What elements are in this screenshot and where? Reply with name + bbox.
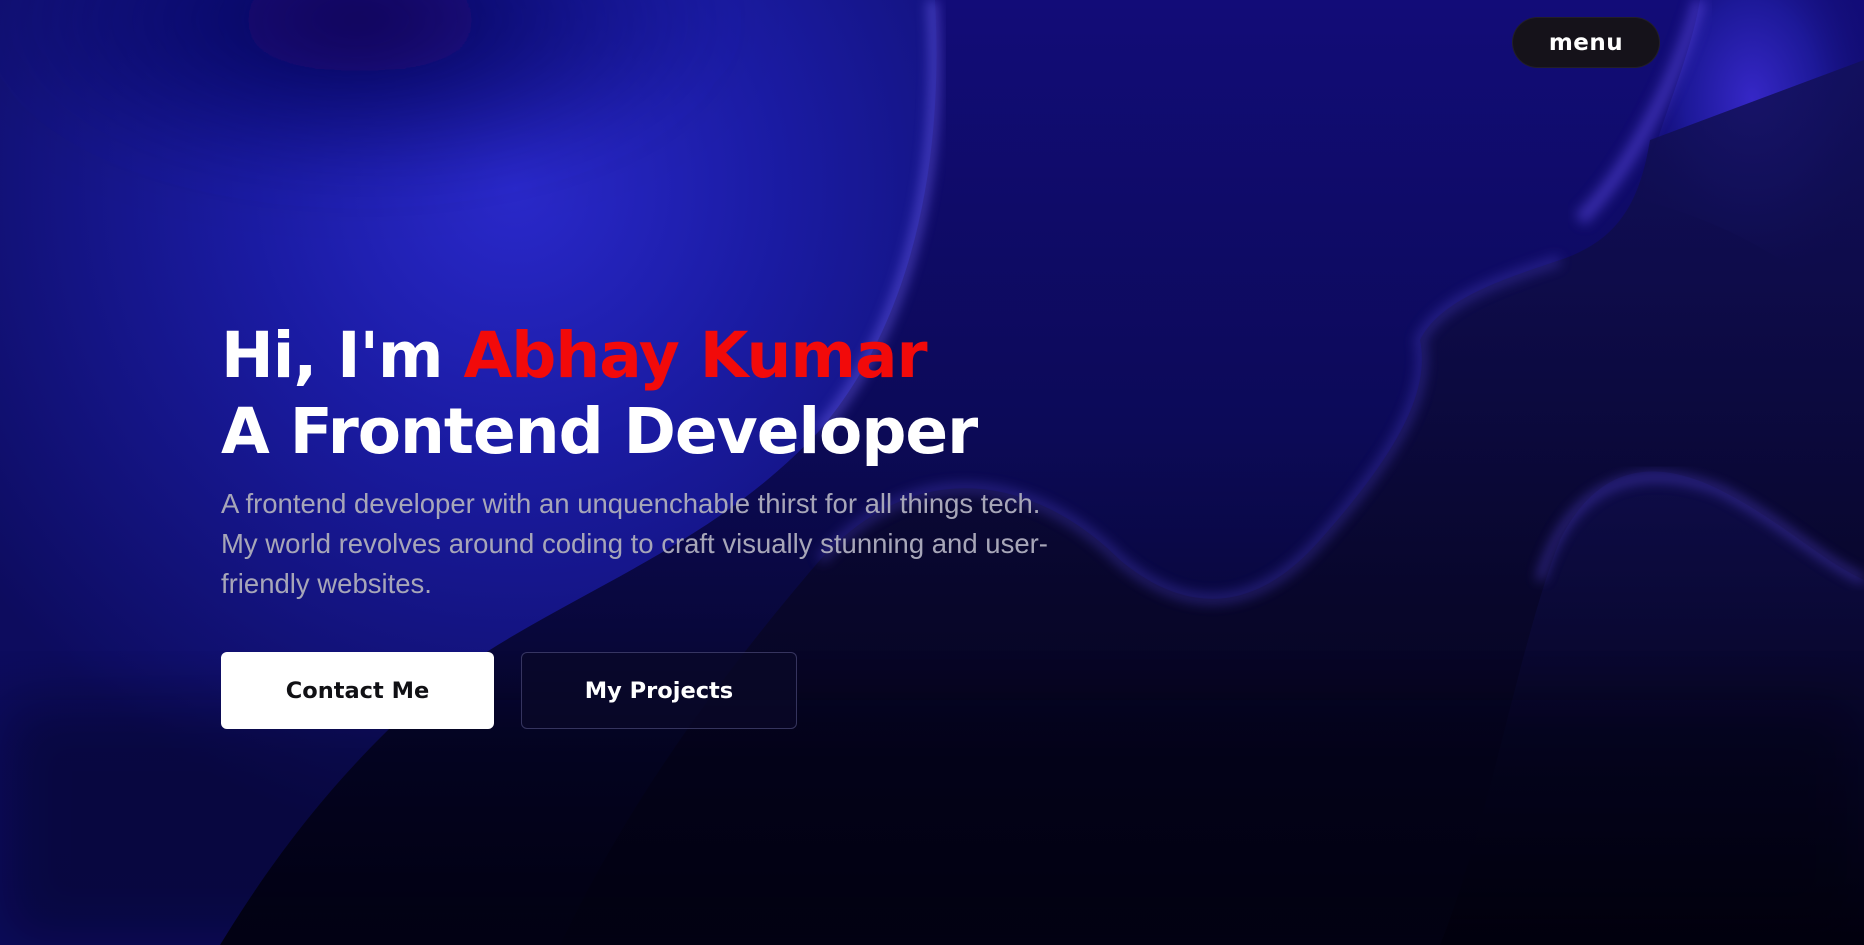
hero-actions: Contact Me My Projects [221,652,1121,729]
hero-content: Hi, I'm Abhay Kumar A Frontend Developer… [221,318,1121,729]
hero-headline: Hi, I'm Abhay Kumar A Frontend Developer [221,318,1121,470]
my-projects-button[interactable]: My Projects [521,652,797,729]
menu-button[interactable]: menu [1512,17,1660,68]
greeting-text: Hi, I'm [221,319,444,392]
role-title: A Frontend Developer [221,395,978,468]
hero-section: menu Hi, I'm Abhay Kumar A Frontend Deve… [0,0,1864,945]
developer-name: Abhay Kumar [463,319,928,392]
contact-me-button[interactable]: Contact Me [221,652,494,729]
hero-description: A frontend developer with an unquenchabl… [221,488,1048,599]
